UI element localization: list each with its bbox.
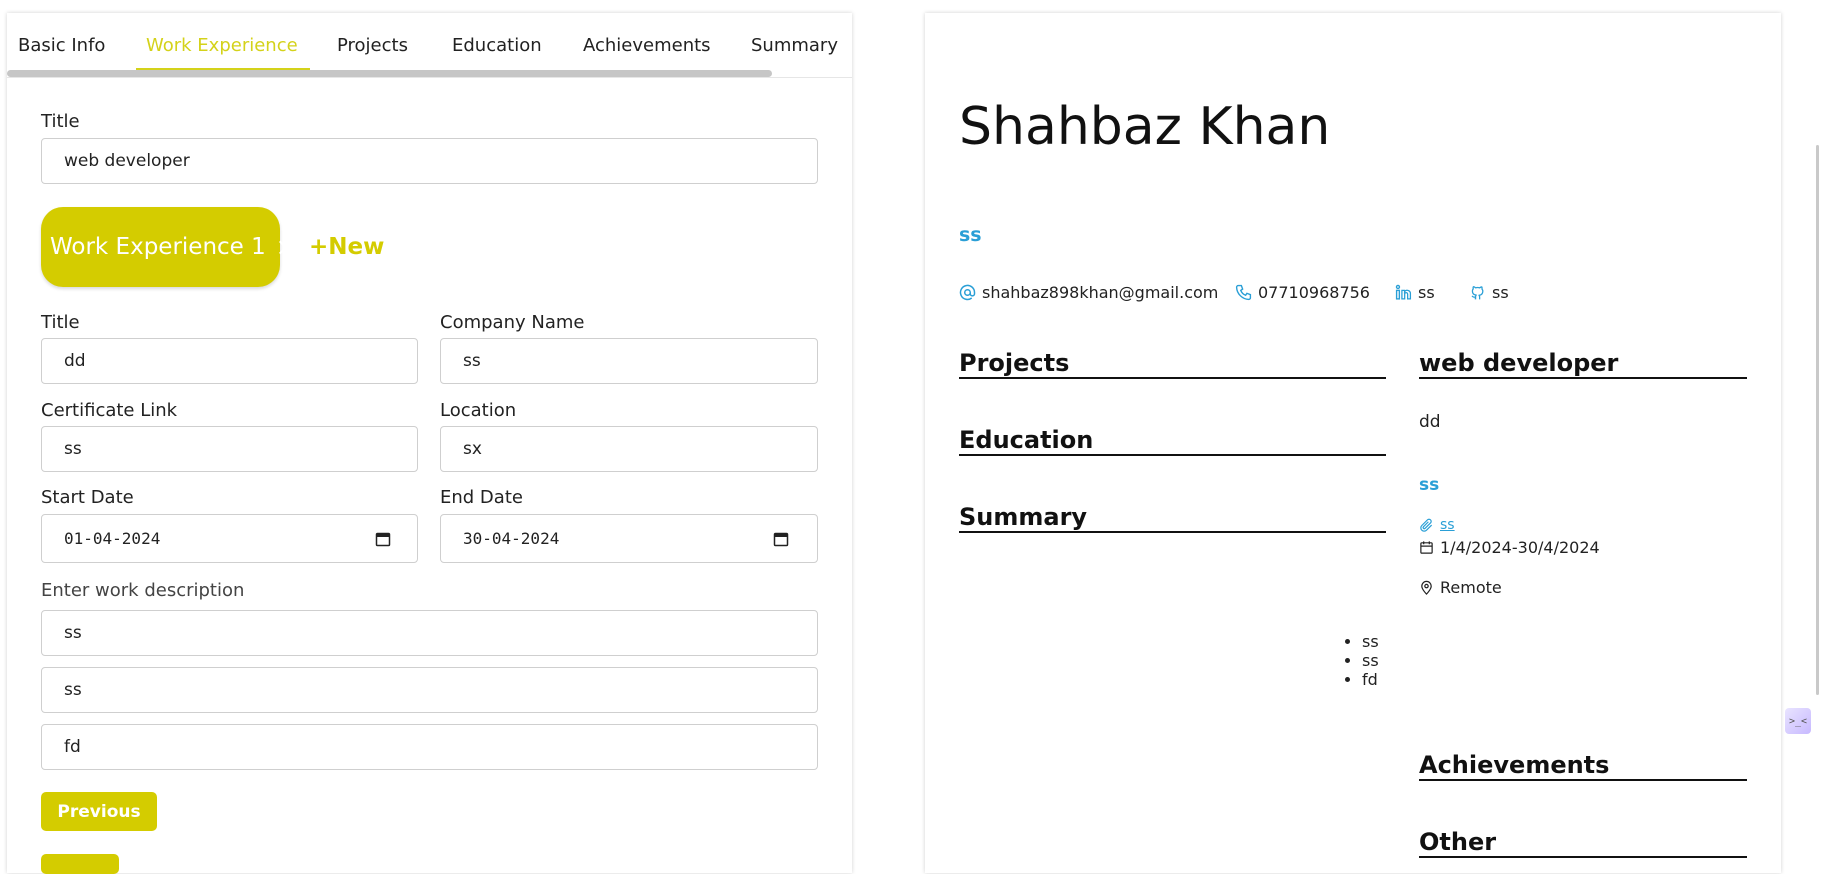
title-label: Title [41, 312, 80, 333]
linkedin-text: ss [1418, 283, 1435, 302]
section-tabs: Basic Info Work Experience Projects Educ… [7, 13, 852, 78]
end-date-label: End Date [440, 487, 523, 508]
list-item: fd [1362, 670, 1379, 689]
tab-basic-info[interactable]: Basic Info [18, 35, 105, 56]
page-scrollbar[interactable] [1816, 145, 1819, 695]
work-location-text: Remote [1440, 578, 1502, 597]
tab-work-experience[interactable]: Work Experience [146, 35, 298, 56]
devtools-widget-icon[interactable]: >_< [1785, 708, 1811, 734]
achievements-heading: Achievements [1419, 751, 1747, 781]
paperclip-icon [1420, 518, 1433, 532]
contact-github[interactable]: ss [1469, 283, 1509, 302]
calendar-icon[interactable] [773, 531, 789, 547]
description-input-1[interactable] [41, 610, 818, 656]
at-icon [959, 284, 976, 301]
tab-achievements[interactable]: Achievements [583, 35, 711, 56]
work-company: ss [1419, 475, 1440, 495]
summary-heading: Summary [959, 503, 1386, 533]
list-item: ss [1362, 632, 1379, 651]
work-description-list: ss ss fd [1341, 632, 1379, 689]
certificate-link-input[interactable] [41, 426, 418, 472]
map-pin-icon [1421, 580, 1432, 595]
candidate-name: Shahbaz Khan [959, 97, 1331, 157]
company-name-input[interactable] [440, 338, 818, 384]
description-input-3[interactable] [41, 724, 818, 770]
add-experience-button[interactable]: +New [309, 234, 384, 260]
tabs-scrollbar[interactable] [7, 70, 772, 77]
close-icon[interactable]: × [276, 233, 296, 261]
work-experience-1-chip[interactable]: Work Experience 1 × [41, 207, 296, 287]
calendar-icon[interactable] [375, 531, 391, 547]
work-experience-heading: web developer [1419, 349, 1747, 379]
section-title-label: Title [41, 111, 80, 132]
tab-projects[interactable]: Projects [337, 35, 408, 56]
previous-button[interactable]: Previous [41, 792, 157, 831]
location-input[interactable] [440, 426, 818, 472]
candidate-subtitle: ss [959, 224, 982, 246]
location-label: Location [440, 400, 517, 421]
resume-preview: Shahbaz Khan ss shahbaz898khan@gmail.com… [925, 13, 1781, 873]
end-date-input[interactable] [440, 514, 818, 563]
work-certificate-link[interactable]: ss [1419, 517, 1455, 533]
tab-education[interactable]: Education [452, 35, 542, 56]
tab-summary[interactable]: Summary [751, 35, 838, 56]
phone-text: 07710968756 [1258, 283, 1370, 302]
email-text: shahbaz898khan@gmail.com [982, 283, 1219, 302]
contact-email[interactable]: shahbaz898khan@gmail.com [959, 283, 1218, 302]
next-button[interactable] [41, 854, 119, 874]
title-input[interactable] [41, 338, 418, 384]
start-date-label: Start Date [41, 487, 134, 508]
work-title: dd [1419, 412, 1441, 432]
description-input-2[interactable] [41, 667, 818, 713]
other-heading: Other [1419, 828, 1747, 858]
github-icon [1471, 286, 1484, 300]
projects-heading: Projects [959, 349, 1386, 379]
contact-linkedin[interactable]: ss [1395, 283, 1435, 302]
work-dates-text: 1/4/2024-30/4/2024 [1440, 538, 1600, 557]
work-description-label: Enter work description [41, 580, 245, 601]
resume-editor-panel: Basic Info Work Experience Projects Educ… [7, 13, 852, 874]
section-title-input[interactable] [41, 138, 818, 184]
company-name-label: Company Name [440, 312, 585, 333]
work-dates: 1/4/2024-30/4/2024 [1419, 538, 1600, 557]
certificate-link-label: Certificate Link [41, 400, 178, 421]
chip-label: Work Experience 1 [50, 234, 266, 260]
calendar-icon [1420, 541, 1433, 554]
education-heading: Education [959, 426, 1386, 456]
contact-phone[interactable]: 07710968756 [1235, 283, 1370, 302]
work-location: Remote [1419, 578, 1502, 597]
list-item: ss [1362, 651, 1379, 670]
start-date-input[interactable] [41, 514, 418, 563]
phone-icon [1235, 284, 1252, 301]
github-text: ss [1492, 283, 1509, 302]
certificate-link-text[interactable]: ss [1440, 517, 1455, 533]
linkedin-icon [1395, 284, 1412, 300]
